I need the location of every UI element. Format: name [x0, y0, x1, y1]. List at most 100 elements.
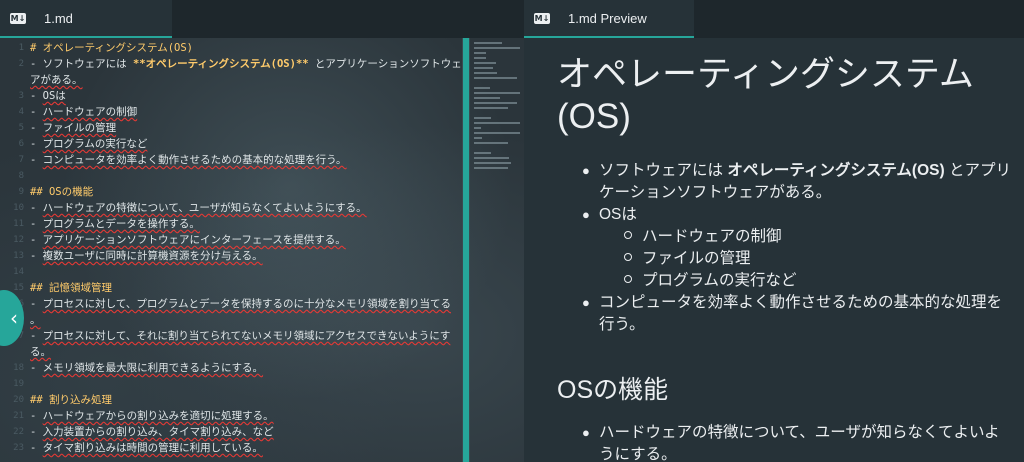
markdown-icon: M↓ — [534, 12, 550, 24]
line-number: 4 — [18, 107, 24, 117]
code-text: - — [30, 362, 43, 374]
line-number: 18 — [13, 363, 24, 373]
code-line: - ハードウェアの特徴について、ユーザが知らなくてよいようにする。 — [30, 200, 367, 216]
line-number: 19 — [13, 379, 24, 389]
code-text: - — [30, 154, 43, 166]
list-item: OSは — [599, 206, 637, 223]
code-text: ハードウェアの特徴について、ユーザが知らなくてよいようにする。 — [42, 202, 367, 214]
minimap-line — [474, 117, 491, 119]
minimap-line — [474, 92, 520, 94]
code-line: アがある。 — [30, 72, 83, 88]
minimap-line — [474, 102, 518, 104]
code-line: - ソフトウェアには **オペレーティングシステム(OS)** とアプリケーショ… — [30, 56, 462, 72]
code-line: ## 記憶領域管理 — [30, 280, 112, 296]
code-line: - 入力装置からの割り込み、タイマ割り込み、など — [30, 424, 274, 440]
minimap-line — [474, 127, 482, 129]
code-area[interactable]: # オペレーティングシステム(OS) - ソフトウェアには **オペレーティングシ… — [30, 38, 462, 462]
editor-pane: M↓ 1.md 12345678910111213141516171819202… — [0, 0, 524, 462]
line-number: 12 — [13, 235, 24, 245]
code-line: - 複数ユーザに同時に計算機資源を分け与える。 — [30, 248, 263, 264]
markdown-heading-text: ## 割り込み処理 — [30, 394, 112, 406]
minimap-line — [474, 62, 496, 64]
code-text: - — [30, 138, 43, 150]
code-line: - コンピュータを効率よく動作させるための基本的な処理を行う。 — [30, 152, 347, 168]
list-item-continuation: 行う。 — [599, 316, 645, 333]
code-text: 。 — [30, 314, 41, 326]
line-number: 21 — [13, 411, 24, 421]
code-line: - プログラムとデータを操作する。 — [30, 216, 200, 232]
markdown-heading-text: ## OSの機能 — [30, 186, 94, 198]
bullet-icon: ● — [582, 425, 590, 440]
sub-list-item: プログラムの実行など — [642, 272, 797, 289]
minimap-line — [474, 42, 502, 44]
code-line: - プログラムの実行など — [30, 136, 147, 152]
line-number: 10 — [13, 203, 24, 213]
line-number: 9 — [18, 187, 24, 197]
code-text: - — [30, 90, 43, 102]
code-text: プログラムとデータを操作する。 — [42, 218, 200, 230]
preview-tab[interactable]: M↓ 1.md Preview — [524, 0, 694, 38]
line-number: 7 — [18, 155, 24, 165]
preview-body[interactable]: オペレーティングシステム(OS) ● ソフトウェアには オペレーティングシステム… — [524, 38, 1024, 462]
list-item: コンピュータを効率よく動作させるための基本的な処理を — [599, 294, 1003, 311]
list-item-text: ソフトウェアには — [599, 162, 728, 179]
code-text: - ソフトウェアには — [30, 58, 133, 70]
line-number-gutter: 1234567891011121314151617181920212223 — [0, 38, 28, 462]
code-text: - — [30, 426, 43, 438]
code-line: - プロセスに対して、プログラムとデータを保持するのに十分なメモリ領域を割り当て… — [30, 296, 451, 312]
minimap-line — [474, 47, 520, 49]
code-text: タイマ割り込みは時間の管理に利用している。 — [42, 442, 263, 454]
line-number: 6 — [18, 139, 24, 149]
code-text: プロセスに対して、プログラムとデータを保持するのに十分なメモリ領域を割り当てる — [42, 298, 451, 310]
bullet-icon: ● — [582, 163, 590, 178]
minimap-line — [474, 157, 509, 159]
circle-bullet-icon — [624, 275, 632, 283]
list-item-continuation: うにする。 — [599, 446, 677, 462]
editor-tab[interactable]: M↓ 1.md — [0, 0, 172, 38]
list-item-continuation: ケーションソフトウェアがある。 — [599, 184, 832, 201]
code-text: 入力装置からの割り込み、タイマ割り込み、など — [42, 426, 274, 438]
editor-scrollbar-thumb[interactable] — [463, 38, 469, 462]
code-text: - — [30, 106, 43, 118]
code-line: ## 割り込み処理 — [30, 392, 112, 408]
code-text: コンピュータを効率よく動作させるための基本的な処理を行う。 — [42, 154, 347, 166]
line-number: 3 — [18, 91, 24, 101]
markdown-bold-text: **オペレーティングシステム(OS)** — [132, 58, 309, 70]
minimap-line — [474, 52, 486, 54]
list-item-text: とアプリ — [944, 162, 1011, 179]
markdown-icon: M↓ — [10, 12, 26, 24]
code-line: - ハードウェアの制御 — [30, 104, 137, 120]
code-text: - — [30, 218, 43, 230]
code-text: とアプリケーションソフトウェ — [308, 58, 462, 70]
code-text: アプリケーションソフトウェアにインターフェースを提供する。 — [42, 234, 346, 246]
markdown-heading-text: # オペレーティングシステム(OS) — [30, 42, 193, 54]
code-line: - ハードウェアからの割り込みを適切に処理する。 — [30, 408, 274, 424]
code-line: - プロセスに対して、それに割り当てられてないメモリ領域にアクセスできないように… — [30, 328, 450, 344]
code-line: # オペレーティングシステム(OS) — [30, 40, 193, 56]
code-text: - — [30, 442, 43, 454]
editor-body[interactable]: 1234567891011121314151617181920212223 # … — [0, 38, 524, 462]
code-text: 複数ユーザに同時に計算機資源を分け与える。 — [42, 250, 263, 262]
minimap[interactable] — [472, 38, 524, 462]
list-item: ハードウェアの特徴について、ユーザが知らなくてよいよ — [599, 424, 1000, 441]
minimap-line — [474, 167, 508, 169]
minimap-line — [474, 57, 486, 59]
line-number: 22 — [13, 427, 24, 437]
code-text: - — [30, 250, 43, 262]
code-text: ハードウェアの制御 — [42, 106, 138, 118]
minimap-line — [474, 142, 508, 144]
minimap-line — [474, 162, 512, 164]
line-number: 14 — [13, 267, 24, 277]
line-number: 2 — [18, 59, 24, 69]
code-text: - — [30, 234, 43, 246]
line-number: 20 — [13, 395, 24, 405]
minimap-line — [474, 137, 483, 139]
code-line: - メモリ領域を最大限に利用できるようにする。 — [30, 360, 263, 376]
list-item-bold: オペレーティングシステム(OS) — [727, 162, 945, 179]
code-text: OSは — [42, 90, 66, 102]
code-text: る。 — [30, 346, 51, 358]
list-item: ソフトウェアには オペレーティングシステム(OS) とアプリ — [599, 160, 1011, 181]
line-number: 13 — [13, 251, 24, 261]
line-number: 1 — [18, 43, 24, 53]
code-text: - — [30, 298, 43, 310]
